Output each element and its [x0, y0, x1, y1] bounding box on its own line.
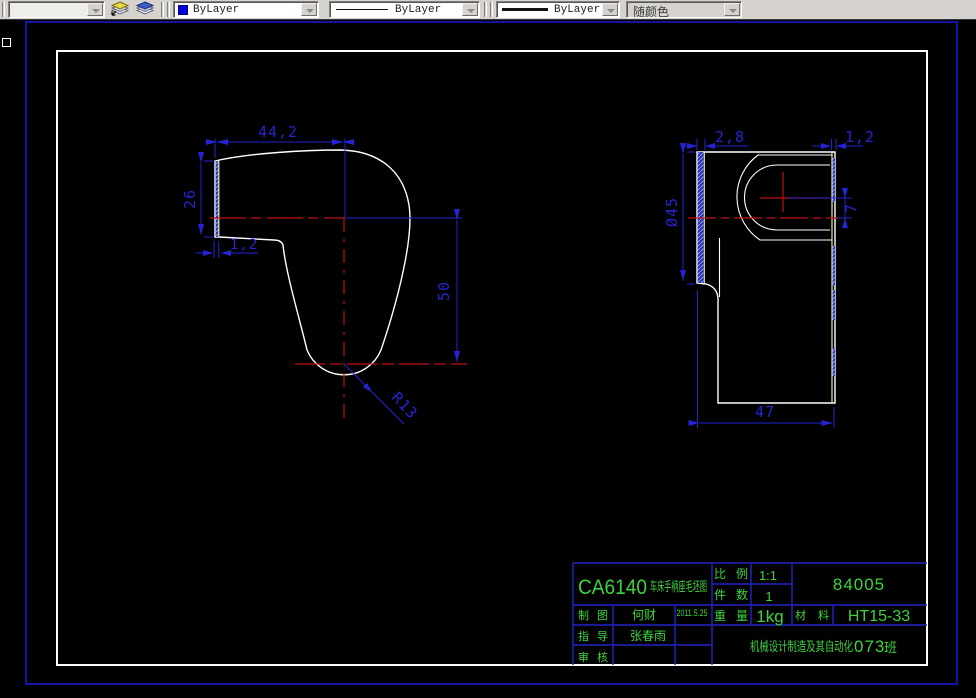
canvas-marker-square: [2, 38, 11, 47]
layers-yellow-icon: [110, 1, 130, 16]
plotstyle-combo-value: 随颜色: [633, 5, 670, 19]
layer-combo[interactable]: [8, 1, 105, 18]
color-combo-value: ByLayer: [193, 4, 240, 16]
toolbar-separator: [161, 2, 164, 17]
toolbar-separator: [484, 2, 487, 17]
chevron-down-icon[interactable]: [602, 3, 618, 16]
linetype-combo[interactable]: ByLayer: [329, 1, 480, 18]
bylayer-color-swatch: [178, 5, 188, 15]
toolbar-separator: [167, 2, 170, 17]
drawing-canvas[interactable]: [0, 21, 976, 698]
toolbar-separator: [2, 2, 5, 17]
chevron-down-icon: [724, 3, 740, 16]
chevron-down-icon[interactable]: [87, 3, 103, 16]
layer-previous-button[interactable]: [133, 1, 157, 18]
chevron-down-icon[interactable]: [462, 3, 478, 16]
object-properties-toolbar: ByLayer ByLayer ByLayer 随颜色: [0, 0, 976, 20]
make-layer-current-button[interactable]: [108, 1, 132, 18]
color-combo[interactable]: ByLayer: [173, 1, 319, 18]
linetype-sample: [336, 9, 388, 10]
lineweight-sample: [502, 8, 548, 11]
chevron-down-icon[interactable]: [301, 3, 317, 16]
linetype-combo-value: ByLayer: [395, 4, 442, 16]
layers-blue-icon: [135, 1, 155, 15]
lineweight-combo-value: ByLayer: [554, 4, 601, 16]
lineweight-combo[interactable]: ByLayer: [496, 1, 620, 18]
plotstyle-combo[interactable]: 随颜色: [626, 1, 742, 19]
toolbar-separator: [490, 2, 493, 17]
